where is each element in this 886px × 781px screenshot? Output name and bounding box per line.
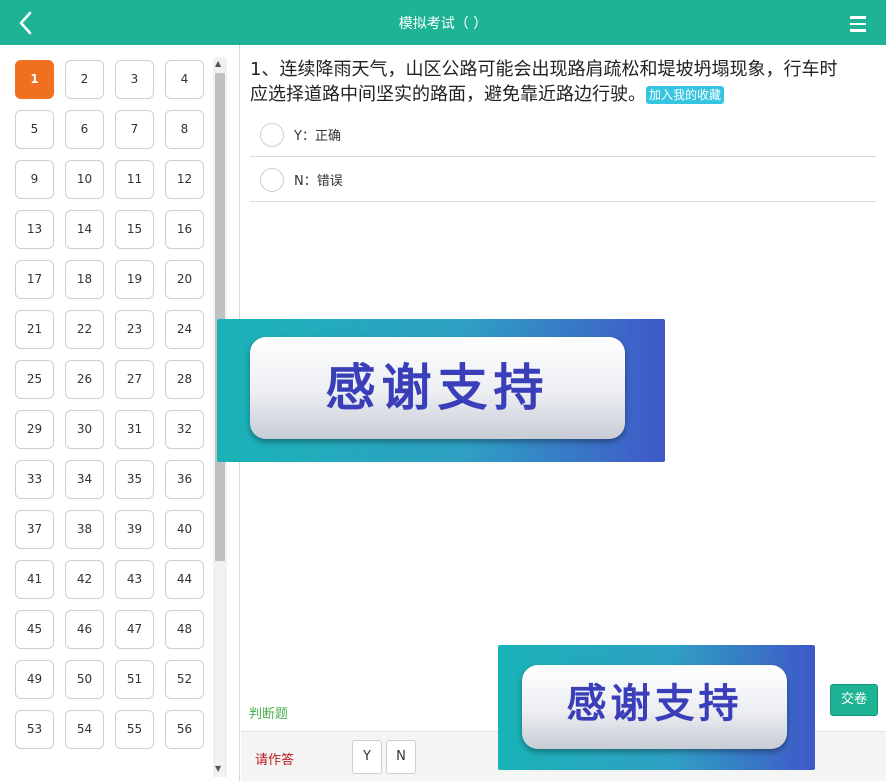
banner-text: 感谢支持 <box>566 681 743 727</box>
submit-exam-button[interactable]: 交卷 <box>830 684 878 716</box>
question-number-14[interactable]: 14 <box>65 210 104 249</box>
question-number-19[interactable]: 19 <box>115 260 154 299</box>
question-number-1[interactable]: 1 <box>15 60 54 99</box>
radio-circle-icon[interactable] <box>260 168 284 192</box>
question-body: 1、连续降雨天气，山区公路可能会出现路肩疏松和堤坡坍塌现象，行车时应选择道路中间… <box>250 59 838 105</box>
question-number-35[interactable]: 35 <box>115 460 154 499</box>
scrollbar-thumb[interactable] <box>215 73 225 561</box>
hamburger-menu-icon[interactable] <box>850 16 866 34</box>
question-number-5[interactable]: 5 <box>15 110 54 149</box>
question-number-9[interactable]: 9 <box>15 160 54 199</box>
question-type-label: 判断题 <box>249 707 289 722</box>
question-number-26[interactable]: 26 <box>65 360 104 399</box>
question-number-44[interactable]: 44 <box>165 560 204 599</box>
question-number-54[interactable]: 54 <box>65 710 104 749</box>
question-number-17[interactable]: 17 <box>15 260 54 299</box>
answer-prompt: 请作答 <box>255 753 295 768</box>
question-number-28[interactable]: 28 <box>165 360 204 399</box>
option-label: N：错误 <box>294 174 343 189</box>
question-number-56[interactable]: 56 <box>165 710 204 749</box>
question-number-3[interactable]: 3 <box>115 60 154 99</box>
question-number-25[interactable]: 25 <box>15 360 54 399</box>
question-number-2[interactable]: 2 <box>65 60 104 99</box>
question-number-34[interactable]: 34 <box>65 460 104 499</box>
question-number-6[interactable]: 6 <box>65 110 104 149</box>
radio-circle-icon[interactable] <box>260 123 284 147</box>
question-number-55[interactable]: 55 <box>115 710 154 749</box>
app-header: 模拟考试（ ） <box>0 0 886 45</box>
question-number-4[interactable]: 4 <box>165 60 204 99</box>
question-number-52[interactable]: 52 <box>165 660 204 699</box>
question-number-22[interactable]: 22 <box>65 310 104 349</box>
question-number-11[interactable]: 11 <box>115 160 154 199</box>
question-number-46[interactable]: 46 <box>65 610 104 649</box>
question-number-43[interactable]: 43 <box>115 560 154 599</box>
question-number-7[interactable]: 7 <box>115 110 154 149</box>
question-number-37[interactable]: 37 <box>15 510 54 549</box>
question-number-10[interactable]: 10 <box>65 160 104 199</box>
question-number-53[interactable]: 53 <box>15 710 54 749</box>
question-number-39[interactable]: 39 <box>115 510 154 549</box>
question-number-15[interactable]: 15 <box>115 210 154 249</box>
answer-y-button[interactable]: Y <box>352 740 382 774</box>
question-number-40[interactable]: 40 <box>165 510 204 549</box>
question-number-21[interactable]: 21 <box>15 310 54 349</box>
page-title: 模拟考试（ ） <box>398 16 488 32</box>
question-number-16[interactable]: 16 <box>165 210 204 249</box>
question-number-45[interactable]: 45 <box>15 610 54 649</box>
question-number-33[interactable]: 33 <box>15 460 54 499</box>
question-number-30[interactable]: 30 <box>65 410 104 449</box>
add-favorite-button[interactable]: 加入我的收藏 <box>646 86 725 104</box>
question-number-32[interactable]: 32 <box>165 410 204 449</box>
thanks-banner-large: 感谢支持 <box>217 319 665 462</box>
question-number-20[interactable]: 20 <box>165 260 204 299</box>
question-number-23[interactable]: 23 <box>115 310 154 349</box>
question-number-47[interactable]: 47 <box>115 610 154 649</box>
question-number-29[interactable]: 29 <box>15 410 54 449</box>
scroll-up-arrow-icon[interactable]: ▲ <box>215 59 221 68</box>
option-label: Y：正确 <box>294 129 341 144</box>
question-number-18[interactable]: 18 <box>65 260 104 299</box>
question-number-38[interactable]: 38 <box>65 510 104 549</box>
question-number-31[interactable]: 31 <box>115 410 154 449</box>
question-number-49[interactable]: 49 <box>15 660 54 699</box>
banner-plate: 感谢支持 <box>250 337 625 439</box>
question-number-50[interactable]: 50 <box>65 660 104 699</box>
option-no[interactable]: N：错误 <box>250 157 876 202</box>
banner-text: 感谢支持 <box>325 359 550 417</box>
question-number-51[interactable]: 51 <box>115 660 154 699</box>
question-number-41[interactable]: 41 <box>15 560 54 599</box>
question-number-8[interactable]: 8 <box>165 110 204 149</box>
question-navigator: 1 2 3 4 5 6 7 8 9 10 11 12 13 14 15 16 17 18 19 20 21 22 23 24 2… <box>0 45 240 781</box>
question-number-27[interactable]: 27 <box>115 360 154 399</box>
scroll-down-arrow-icon[interactable]: ▼ <box>215 764 221 773</box>
option-yes[interactable]: Y：正确 <box>250 112 876 157</box>
question-text: 1、连续降雨天气，山区公路可能会出现路肩疏松和堤坡坍塌现象，行车时应选择道路中间… <box>250 57 850 107</box>
answer-n-button[interactable]: N <box>386 740 416 774</box>
question-number-12[interactable]: 12 <box>165 160 204 199</box>
question-number-24[interactable]: 24 <box>165 310 204 349</box>
thanks-banner-small: 感谢支持 <box>498 645 815 770</box>
banner-plate: 感谢支持 <box>522 665 787 749</box>
question-number-48[interactable]: 48 <box>165 610 204 649</box>
question-number-42[interactable]: 42 <box>65 560 104 599</box>
question-number-36[interactable]: 36 <box>165 460 204 499</box>
question-number-13[interactable]: 13 <box>15 210 54 249</box>
